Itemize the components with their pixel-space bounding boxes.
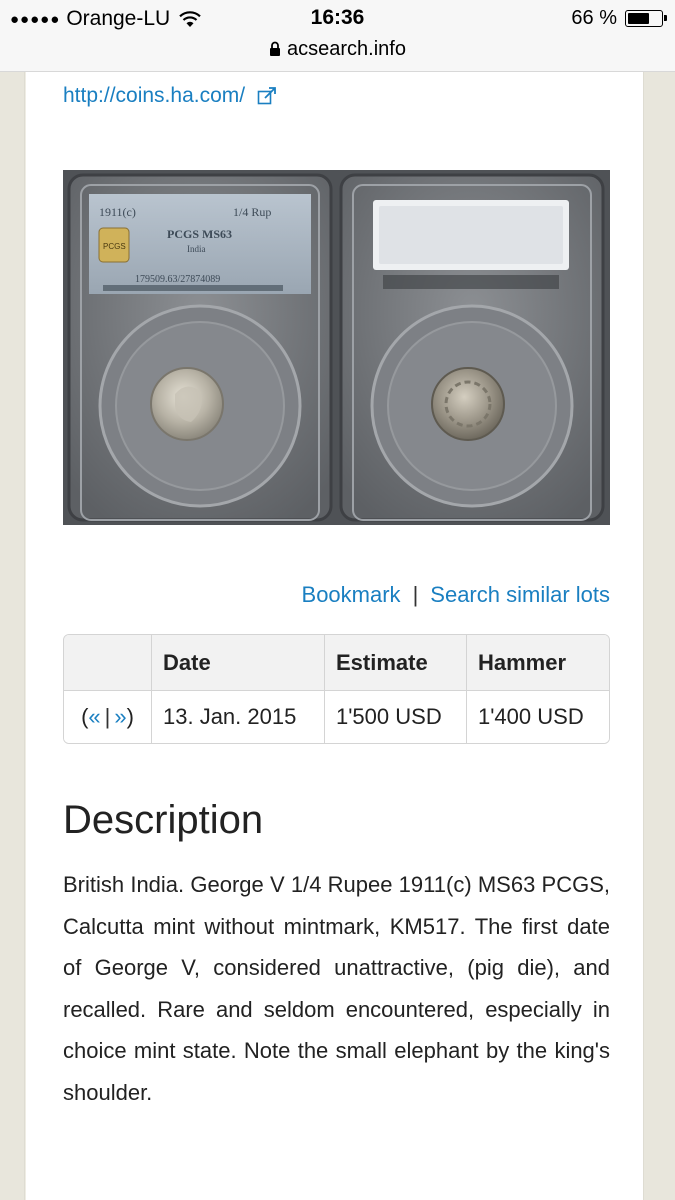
external-link-icon — [257, 87, 276, 105]
header-date: Date — [152, 635, 325, 690]
status-bar: ●●●●● Orange-LU 16:36 66 % acsearch.info — [0, 0, 675, 72]
svg-text:1/4 Rup: 1/4 Rup — [233, 205, 271, 219]
nav-open-paren: ( — [81, 704, 89, 729]
svg-text:India: India — [187, 244, 206, 254]
header-estimate: Estimate — [325, 635, 467, 690]
page-margin-left — [0, 72, 25, 1200]
description-heading: Description — [63, 798, 264, 842]
page-margin-right — [643, 72, 675, 1200]
lot-content: http://coins.ha.com/ 1911(c) 1/4 Rup PCG… — [26, 72, 643, 1200]
external-link-text: http://coins.ha.com/ — [63, 84, 246, 107]
svg-text:1911(c): 1911(c) — [99, 205, 136, 219]
search-similar-link[interactable]: Search similar lots — [430, 582, 610, 608]
battery-icon — [625, 10, 667, 27]
nav-close-paren: ) — [126, 704, 134, 729]
status-right: 66 % — [571, 7, 667, 30]
external-source-link[interactable]: http://coins.ha.com/ — [63, 84, 277, 108]
lot-navigation: ( « | » ) — [64, 691, 152, 743]
cell-estimate: 1'500 USD — [325, 691, 467, 743]
lock-icon — [270, 41, 281, 56]
previous-lot-link[interactable]: « — [88, 704, 100, 730]
url-text: acsearch.info — [287, 38, 406, 60]
battery-percent: 66 % — [571, 7, 617, 29]
coin-slab-illustration: 1911(c) 1/4 Rup PCGS MS63 India 179509.6… — [63, 170, 610, 525]
next-lot-link[interactable]: » — [114, 704, 126, 730]
address-bar[interactable]: acsearch.info — [0, 38, 675, 61]
nav-separator: | — [104, 704, 111, 729]
coin-image[interactable]: 1911(c) 1/4 Rup PCGS MS63 India 179509.6… — [63, 170, 610, 525]
bookmark-link[interactable]: Bookmark — [302, 582, 401, 608]
svg-text:PCGS MS63: PCGS MS63 — [167, 227, 232, 241]
header-nav — [64, 635, 152, 690]
auction-result-table: Date Estimate Hammer ( « | » ) 13. Jan. … — [63, 634, 610, 744]
battery-fill — [628, 13, 650, 24]
lot-actions: Bookmark | Search similar lots — [302, 582, 610, 608]
svg-text:PCGS: PCGS — [103, 242, 126, 251]
header-hammer: Hammer — [478, 649, 567, 675]
description-text: British India. George V 1/4 Rupee 1911(c… — [63, 872, 610, 1105]
cell-hammer: 1'400 USD — [478, 704, 584, 729]
actions-separator: | — [412, 582, 419, 607]
table-header-row: Date Estimate Hammer — [64, 635, 609, 691]
table-row: ( « | » ) 13. Jan. 2015 1'500 USD 1'400 … — [64, 691, 609, 743]
svg-text:179509.63/27874089: 179509.63/27874089 — [135, 274, 220, 285]
cell-date: 13. Jan. 2015 — [152, 691, 325, 743]
